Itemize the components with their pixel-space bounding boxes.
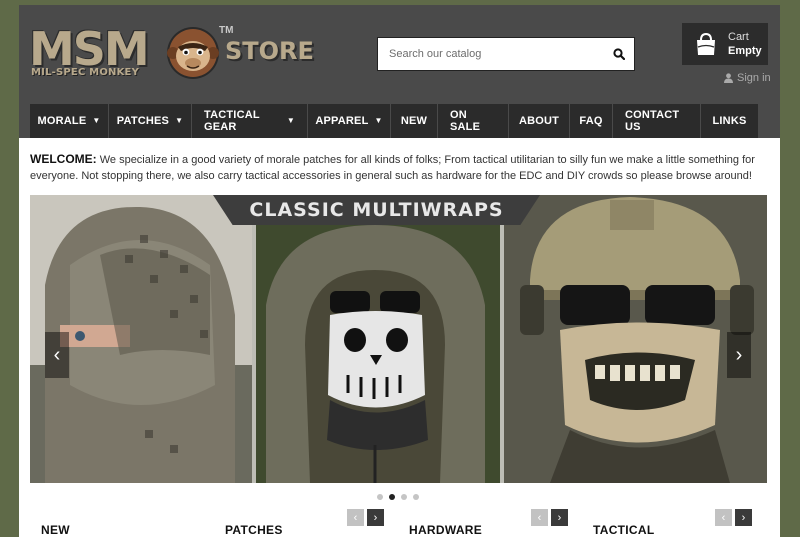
nav-label: MORALE xyxy=(37,115,87,127)
slider-dot[interactable] xyxy=(401,494,407,500)
chevron-down-icon: ▼ xyxy=(374,115,383,125)
user-icon xyxy=(724,73,733,83)
logo-msm-text: MSM xyxy=(29,22,150,76)
page: MSM MIL-SPEC MONKEY TM STORE Search our … xyxy=(19,5,780,537)
slide-banner: CLASSIC MULTIWRAPS xyxy=(213,195,540,225)
store-logo[interactable]: MSM MIL-SPEC MONKEY TM STORE xyxy=(29,25,339,85)
sign-in-label: Sign in xyxy=(737,72,771,84)
carousel-next-button[interactable]: › xyxy=(735,509,752,526)
chevron-left-icon: ‹ xyxy=(721,511,726,524)
nav-label: NEW xyxy=(400,115,428,127)
nav-item-new[interactable]: NEW xyxy=(391,104,437,138)
nav-label: PATCHES xyxy=(116,115,170,127)
main-nav: MORALE ▼ PATCHES ▼ TACTICAL GEAR ▼ APPAREL ▼… xyxy=(30,104,759,138)
search-box xyxy=(377,37,635,71)
nav-label: CONTACT US xyxy=(625,109,680,133)
search-icon xyxy=(613,48,625,60)
category-tactical-heading[interactable]: TACTICAL xyxy=(593,523,655,537)
hardware-carousel-controls: ‹ › xyxy=(531,509,568,526)
site-header: MSM MIL-SPEC MONKEY TM STORE Search our … xyxy=(19,5,780,138)
shopping-bag-icon xyxy=(697,32,715,55)
search-button[interactable] xyxy=(604,38,634,70)
chevron-down-icon: ▼ xyxy=(175,115,184,125)
nav-item-apparel[interactable]: APPAREL ▼ xyxy=(308,104,390,138)
welcome-text: We specialize in a good variety of moral… xyxy=(30,154,755,182)
nav-item-on-sale[interactable]: ON SALE xyxy=(438,104,508,138)
slider-dot[interactable] xyxy=(377,494,383,500)
slider-next-button[interactable]: › xyxy=(727,332,751,378)
chevron-down-icon: ▼ xyxy=(92,115,101,125)
chevron-left-icon: ‹ xyxy=(353,511,358,524)
hero-slider: CLASSIC MULTIWRAPS ‹ › xyxy=(30,195,767,483)
patches-carousel-controls: ‹ › xyxy=(347,509,384,526)
category-new-heading[interactable]: NEW xyxy=(41,523,70,537)
chevron-right-icon: › xyxy=(373,511,378,524)
chevron-right-icon: › xyxy=(735,343,743,366)
cart-status: Empty xyxy=(728,45,762,57)
slider-prev-button[interactable]: ‹ xyxy=(45,332,69,378)
chevron-right-icon: › xyxy=(741,511,746,524)
slider-dot-active[interactable] xyxy=(389,494,395,500)
tactical-carousel-controls: ‹ › xyxy=(715,509,752,526)
chevron-right-icon: › xyxy=(557,511,562,524)
nav-label: ABOUT xyxy=(518,115,560,127)
slider-dot[interactable] xyxy=(413,494,419,500)
cart-title: Cart xyxy=(728,31,749,43)
slide-image xyxy=(30,195,767,483)
nav-label: FAQ xyxy=(579,115,603,127)
category-hardware-heading[interactable]: HARDWARE xyxy=(409,523,482,537)
chevron-left-icon: ‹ xyxy=(53,343,61,366)
welcome-heading: WELCOME: xyxy=(30,152,97,166)
logo-trademark: TM xyxy=(219,25,234,36)
welcome-message: WELCOME: We specialize in a good variety… xyxy=(30,151,770,184)
cart-button[interactable]: Cart Empty xyxy=(682,23,768,65)
carousel-next-button[interactable]: › xyxy=(367,509,384,526)
nav-item-links[interactable]: LINKS xyxy=(701,104,758,138)
nav-item-tactical-gear[interactable]: TACTICAL GEAR ▼ xyxy=(192,104,307,138)
logo-tagline: MIL-SPEC MONKEY xyxy=(31,67,140,78)
nav-label: LINKS xyxy=(712,115,747,127)
nav-item-faq[interactable]: FAQ xyxy=(570,104,612,138)
search-input[interactable] xyxy=(378,38,604,70)
carousel-prev-button[interactable]: ‹ xyxy=(347,509,364,526)
sign-in-link[interactable]: Sign in xyxy=(724,72,771,84)
nav-item-about[interactable]: ABOUT xyxy=(509,104,569,138)
nav-item-morale[interactable]: MORALE ▼ xyxy=(30,104,108,138)
chevron-left-icon: ‹ xyxy=(537,511,542,524)
nav-label: ON SALE xyxy=(450,109,481,133)
slide-banner-text: CLASSIC MULTIWRAPS xyxy=(249,199,504,221)
carousel-prev-button[interactable]: ‹ xyxy=(715,509,732,526)
logo-store-text: STORE xyxy=(225,37,314,65)
nav-label: TACTICAL GEAR xyxy=(204,109,260,133)
nav-label: APPAREL xyxy=(315,115,369,127)
category-patches-heading[interactable]: PATCHES xyxy=(225,523,283,537)
slider-dots xyxy=(377,494,419,500)
chevron-down-icon: ▼ xyxy=(286,115,295,125)
nav-item-contact-us[interactable]: CONTACT US xyxy=(613,104,700,138)
carousel-next-button[interactable]: › xyxy=(551,509,568,526)
monkey-logo-icon xyxy=(167,27,219,79)
carousel-prev-button[interactable]: ‹ xyxy=(531,509,548,526)
nav-item-patches[interactable]: PATCHES ▼ xyxy=(109,104,191,138)
